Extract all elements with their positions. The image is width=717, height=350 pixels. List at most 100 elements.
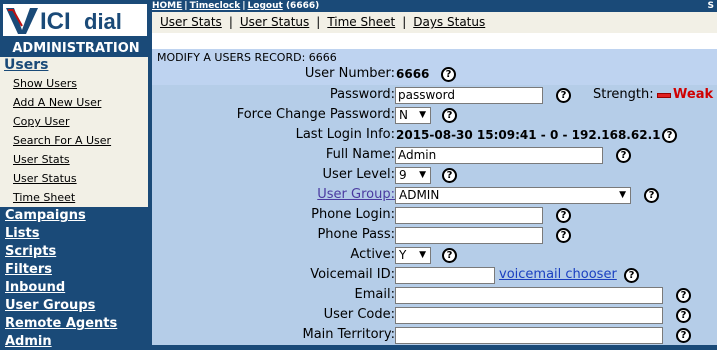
help-icon[interactable]: ? [556,228,571,243]
user-group-select[interactable]: ADMIN ▼ [395,187,631,204]
user-level-select[interactable]: 9 ▼ [395,167,431,184]
help-icon[interactable]: ? [662,128,677,143]
help-icon[interactable]: ? [442,108,457,123]
sidebar-item-copy-user[interactable]: Copy User [13,115,69,129]
row-voicemail: Voicemail ID: voicemail chooser ? [152,265,717,285]
subnav-user-status[interactable]: User Status [240,15,309,29]
sidebar-item-search-user[interactable]: Search For A User [13,134,111,148]
row-phone-pass: Phone Pass: ? [152,225,717,245]
nav-admin[interactable]: Admin [5,334,52,350]
chevron-down-icon: ▼ [419,250,426,260]
phone-login-input[interactable] [395,207,543,224]
row-last-login: Last Login Info: 2015-08-30 15:09:41 - 0… [152,125,717,145]
active-label: Active: [350,247,395,262]
sub-nav: User Stats | User Status | Time Sheet | Days S… [152,12,717,33]
strength-label: Strength: [593,87,654,102]
vicidial-logo[interactable]: ICI dial [0,0,152,40]
user-level-label: User Level: [322,167,395,182]
sidebar-item-show-users[interactable]: Show Users [13,77,77,91]
help-icon[interactable]: ? [441,67,456,82]
row-user-group: User Group: ADMIN ▼ ? [152,185,717,205]
help-icon[interactable]: ? [676,288,691,303]
nav-remote-agents[interactable]: Remote Agents [5,316,117,332]
help-icon[interactable]: ? [556,208,571,223]
logout-link[interactable]: Logout [248,1,283,11]
current-user: (6666) [285,1,320,11]
voicemail-chooser-link[interactable]: voicemail chooser [499,265,617,285]
row-password: Password: password ? Strength: Weak [152,85,717,105]
logo-text: dial [84,9,122,34]
territory-input[interactable] [395,327,663,344]
force-change-label: Force Change Password: [236,107,395,122]
email-input[interactable] [395,287,663,304]
row-phone-login: Phone Login: ? [152,205,717,225]
sidebar-item-user-stats[interactable]: User Stats [13,153,70,167]
last-login-label: Last Login Info: [295,127,395,142]
last-login-value: 2015-08-30 15:09:41 - 0 - 192.168.62.1 [396,128,661,142]
voicemail-input[interactable] [395,267,495,284]
active-value: Y [399,248,407,262]
row-user-number: User Number: 6666 ? [152,64,717,84]
help-icon[interactable]: ? [676,308,691,323]
help-icon[interactable]: ? [616,148,631,163]
chevron-down-icon: ▼ [619,190,626,200]
help-icon[interactable]: ? [676,328,691,343]
home-link[interactable]: HOME [152,1,182,11]
password-label: Password: [329,87,395,102]
nav-campaigns[interactable]: Campaigns [5,208,86,224]
force-change-select[interactable]: N ▼ [395,107,431,124]
subnav-user-stats[interactable]: User Stats [160,15,222,29]
force-change-value: N [399,108,408,122]
phone-pass-input[interactable] [395,227,543,244]
topbar-right-text: S [707,1,714,11]
nav-filters[interactable]: Filters [5,262,52,278]
nav-scripts[interactable]: Scripts [5,244,56,260]
user-level-value: 9 [399,168,407,182]
row-user-code: User Code: ? [152,305,717,325]
sidebar-item-user-status[interactable]: User Status [13,172,77,186]
user-code-input[interactable] [395,307,663,324]
nav-lists[interactable]: Lists [5,226,39,242]
admin-header: ADMINISTRATION [0,40,152,57]
chevron-down-icon: ▼ [419,170,426,180]
help-icon[interactable]: ? [624,268,639,283]
subnav-days-status[interactable]: Days Status [413,15,485,29]
help-icon[interactable]: ? [442,168,457,183]
strength-value: Weak [673,87,714,102]
phone-pass-label: Phone Pass: [317,227,395,242]
help-icon[interactable]: ? [442,248,457,263]
strength-bar [657,93,671,98]
subnav-time-sheet[interactable]: Time Sheet [327,15,395,29]
row-user-level: User Level: 9 ▼ ? [152,165,717,185]
password-input[interactable]: password [395,87,543,104]
row-active: Active: Y ▼ ? [152,245,717,265]
row-email: Email: ? [152,285,717,305]
top-bar: HOME | Timeclock | Logout (6666) S [152,0,717,12]
user-number-value: 6666 [396,67,430,81]
separator: | [242,1,246,11]
chevron-down-icon: ▼ [419,110,426,120]
row-full-name: Full Name: Admin ? [152,145,717,165]
svg-text:ICI: ICI [40,8,71,35]
user-code-label: User Code: [323,307,395,322]
user-group-value: ADMIN [399,188,440,202]
help-icon[interactable]: ? [556,88,571,103]
row-force-change: Force Change Password: N ▼ ? [152,105,717,125]
user-group-label[interactable]: User Group: [317,185,395,205]
sidebar-item-add-user[interactable]: Add A New User [13,96,101,110]
user-number-label: User Number: [304,66,395,81]
row-territory: Main Territory: ? [152,325,717,345]
sidebar-item-users[interactable]: Users [4,57,48,74]
full-name-label: Full Name: [325,147,395,162]
timeclock-link[interactable]: Timeclock [190,1,241,11]
nav-user-groups[interactable]: User Groups [5,298,95,314]
users-submenu: Users Show Users Add A New User Copy Use… [0,57,148,207]
help-icon[interactable]: ? [644,188,659,203]
separator: | [184,1,188,11]
active-select[interactable]: Y ▼ [395,247,431,264]
nav-inbound[interactable]: Inbound [5,280,65,296]
phone-login-label: Phone Login: [311,207,395,222]
voicemail-label: Voicemail ID: [310,267,395,282]
full-name-input[interactable]: Admin [395,147,603,164]
sidebar-item-time-sheet[interactable]: Time Sheet [13,191,75,205]
